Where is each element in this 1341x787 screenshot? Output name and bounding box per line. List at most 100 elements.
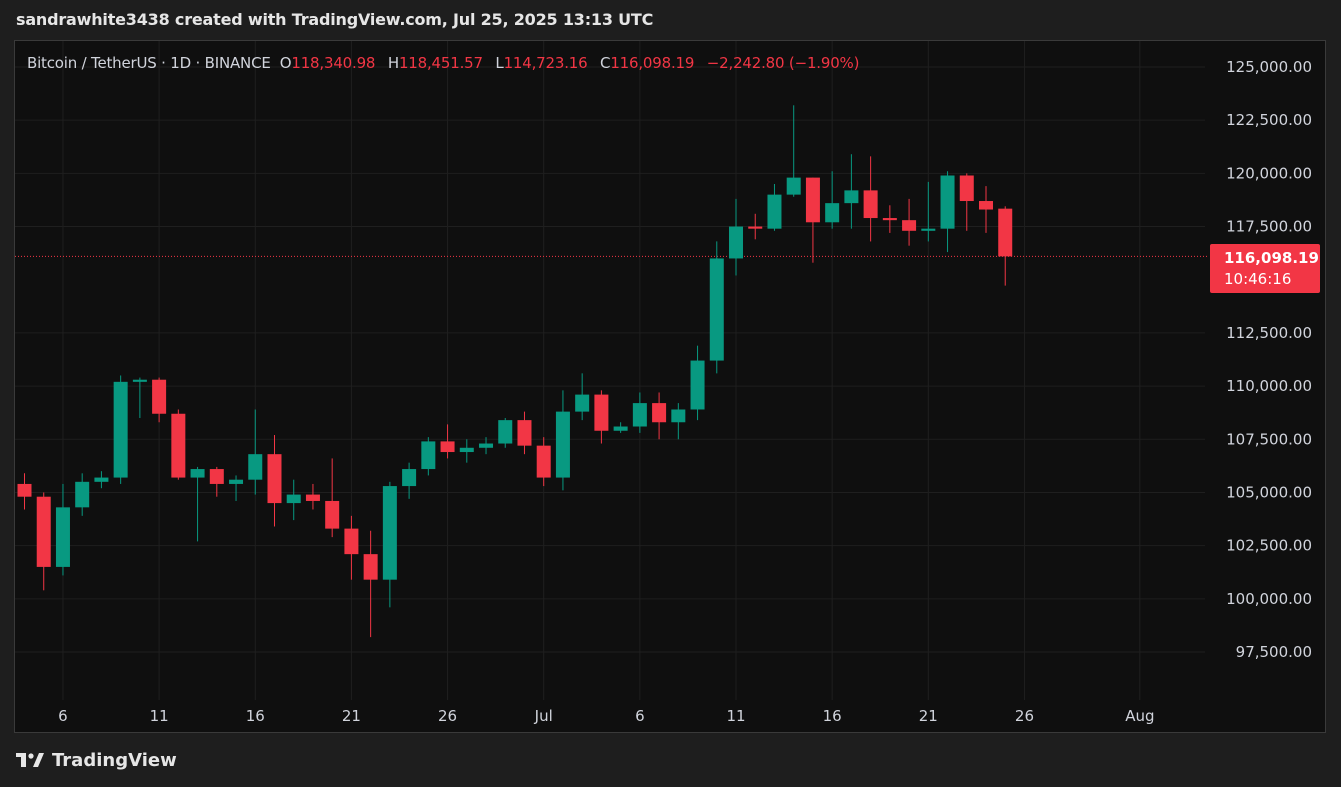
last-price-value: 116,098.19 xyxy=(1224,249,1319,267)
candle[interactable] xyxy=(632,392,647,433)
candle[interactable] xyxy=(998,206,1013,286)
candle[interactable] xyxy=(690,345,705,421)
candle-body xyxy=(113,381,128,478)
candle[interactable] xyxy=(267,435,282,527)
candle-body xyxy=(171,413,186,478)
candle[interactable] xyxy=(863,156,878,242)
candle-body xyxy=(132,379,147,382)
x-tick-label: Jul xyxy=(534,707,553,725)
candle[interactable] xyxy=(882,205,897,233)
candle[interactable] xyxy=(382,481,397,608)
candle[interactable] xyxy=(498,418,513,448)
x-tick-label: 16 xyxy=(823,707,842,725)
candle[interactable] xyxy=(709,241,724,374)
candle[interactable] xyxy=(94,471,109,489)
candle-body xyxy=(402,469,417,487)
candle-body xyxy=(959,175,974,202)
candle[interactable] xyxy=(536,437,551,487)
x-tick-label: 21 xyxy=(919,707,938,725)
candle[interactable] xyxy=(748,213,763,240)
candle-body xyxy=(729,226,744,259)
low-label: L xyxy=(495,54,504,72)
candle[interactable] xyxy=(325,458,340,538)
price-axis: 125,000.00 122,500.00 120,000.00 117,500.00… xyxy=(1226,58,1312,661)
candle[interactable] xyxy=(305,483,320,510)
candle-body xyxy=(190,469,205,478)
tradingview-logo[interactable]: TradingView xyxy=(16,750,177,771)
candle[interactable] xyxy=(575,373,590,421)
candle-body xyxy=(805,177,820,223)
candle[interactable] xyxy=(594,390,609,444)
x-tick-label: 6 xyxy=(58,707,68,725)
candle[interactable] xyxy=(729,198,744,276)
high-value: 118,451.57 xyxy=(398,54,483,72)
candle[interactable] xyxy=(825,171,840,229)
candle-body xyxy=(555,411,570,478)
candle[interactable] xyxy=(421,437,436,476)
change-value: −2,242.80 (−1.90%) xyxy=(706,54,860,72)
candle[interactable] xyxy=(959,173,974,231)
candle[interactable] xyxy=(440,424,455,459)
y-tick-label: 122,500.00 xyxy=(1226,111,1312,129)
low-value: 114,723.16 xyxy=(503,54,588,72)
candle[interactable] xyxy=(979,186,993,233)
candle[interactable] xyxy=(402,462,417,499)
candle[interactable] xyxy=(286,479,301,521)
candle-body xyxy=(825,203,840,223)
x-tick-label: 26 xyxy=(438,707,457,725)
candle-body xyxy=(344,528,359,555)
candle-body xyxy=(17,483,32,497)
y-tick-label: 100,000.00 xyxy=(1226,590,1312,608)
candle[interactable] xyxy=(517,411,532,455)
candle-body xyxy=(267,454,282,504)
candle[interactable] xyxy=(613,422,628,433)
candle-body xyxy=(459,447,474,453)
candle[interactable] xyxy=(805,177,820,263)
candle[interactable] xyxy=(344,515,359,580)
candle-body xyxy=(229,479,244,484)
candle[interactable] xyxy=(940,171,955,253)
candle[interactable] xyxy=(652,392,667,440)
candle[interactable] xyxy=(229,475,244,501)
candle[interactable] xyxy=(190,466,205,542)
high-label: H xyxy=(387,54,399,72)
candle[interactable] xyxy=(36,492,51,591)
y-tick-label: 125,000.00 xyxy=(1226,58,1312,76)
candle-body xyxy=(748,226,763,229)
candle-body xyxy=(902,220,917,231)
y-tick-label: 112,500.00 xyxy=(1226,324,1312,342)
open-value: 118,340.98 xyxy=(291,54,376,72)
candle-body xyxy=(671,409,686,423)
candle[interactable] xyxy=(132,377,147,418)
candle[interactable] xyxy=(902,198,917,246)
symbol-label[interactable]: Bitcoin / TetherUS · 1D · BINANCE xyxy=(27,54,271,72)
candle-body xyxy=(786,177,801,195)
candle[interactable] xyxy=(921,181,936,242)
candle[interactable] xyxy=(55,483,70,576)
candle[interactable] xyxy=(786,105,801,197)
candle[interactable] xyxy=(248,409,263,495)
candle-body xyxy=(998,208,1013,257)
candle[interactable] xyxy=(844,154,859,229)
x-tick-label: 26 xyxy=(1015,707,1034,725)
candle-body xyxy=(479,443,494,448)
candle[interactable] xyxy=(171,409,186,480)
candle[interactable] xyxy=(75,473,90,516)
candle-body xyxy=(36,496,51,567)
candle[interactable] xyxy=(113,375,128,484)
candle[interactable] xyxy=(363,530,378,638)
candle[interactable] xyxy=(671,403,686,440)
candle-body xyxy=(652,403,667,423)
y-tick-label: 117,500.00 xyxy=(1226,218,1312,236)
candle-body xyxy=(979,201,993,210)
candle[interactable] xyxy=(767,184,782,231)
candle[interactable] xyxy=(17,473,32,510)
candle-body xyxy=(94,477,109,482)
candle[interactable] xyxy=(555,390,570,491)
candle[interactable] xyxy=(152,377,167,423)
y-tick-label: 107,500.00 xyxy=(1226,430,1312,448)
candle-body xyxy=(863,190,878,219)
candle-body xyxy=(248,454,263,480)
candlestick-chart[interactable]: 125,000.00 122,500.00 120,000.00 117,500.00… xyxy=(0,0,1341,787)
candle[interactable] xyxy=(459,439,474,463)
